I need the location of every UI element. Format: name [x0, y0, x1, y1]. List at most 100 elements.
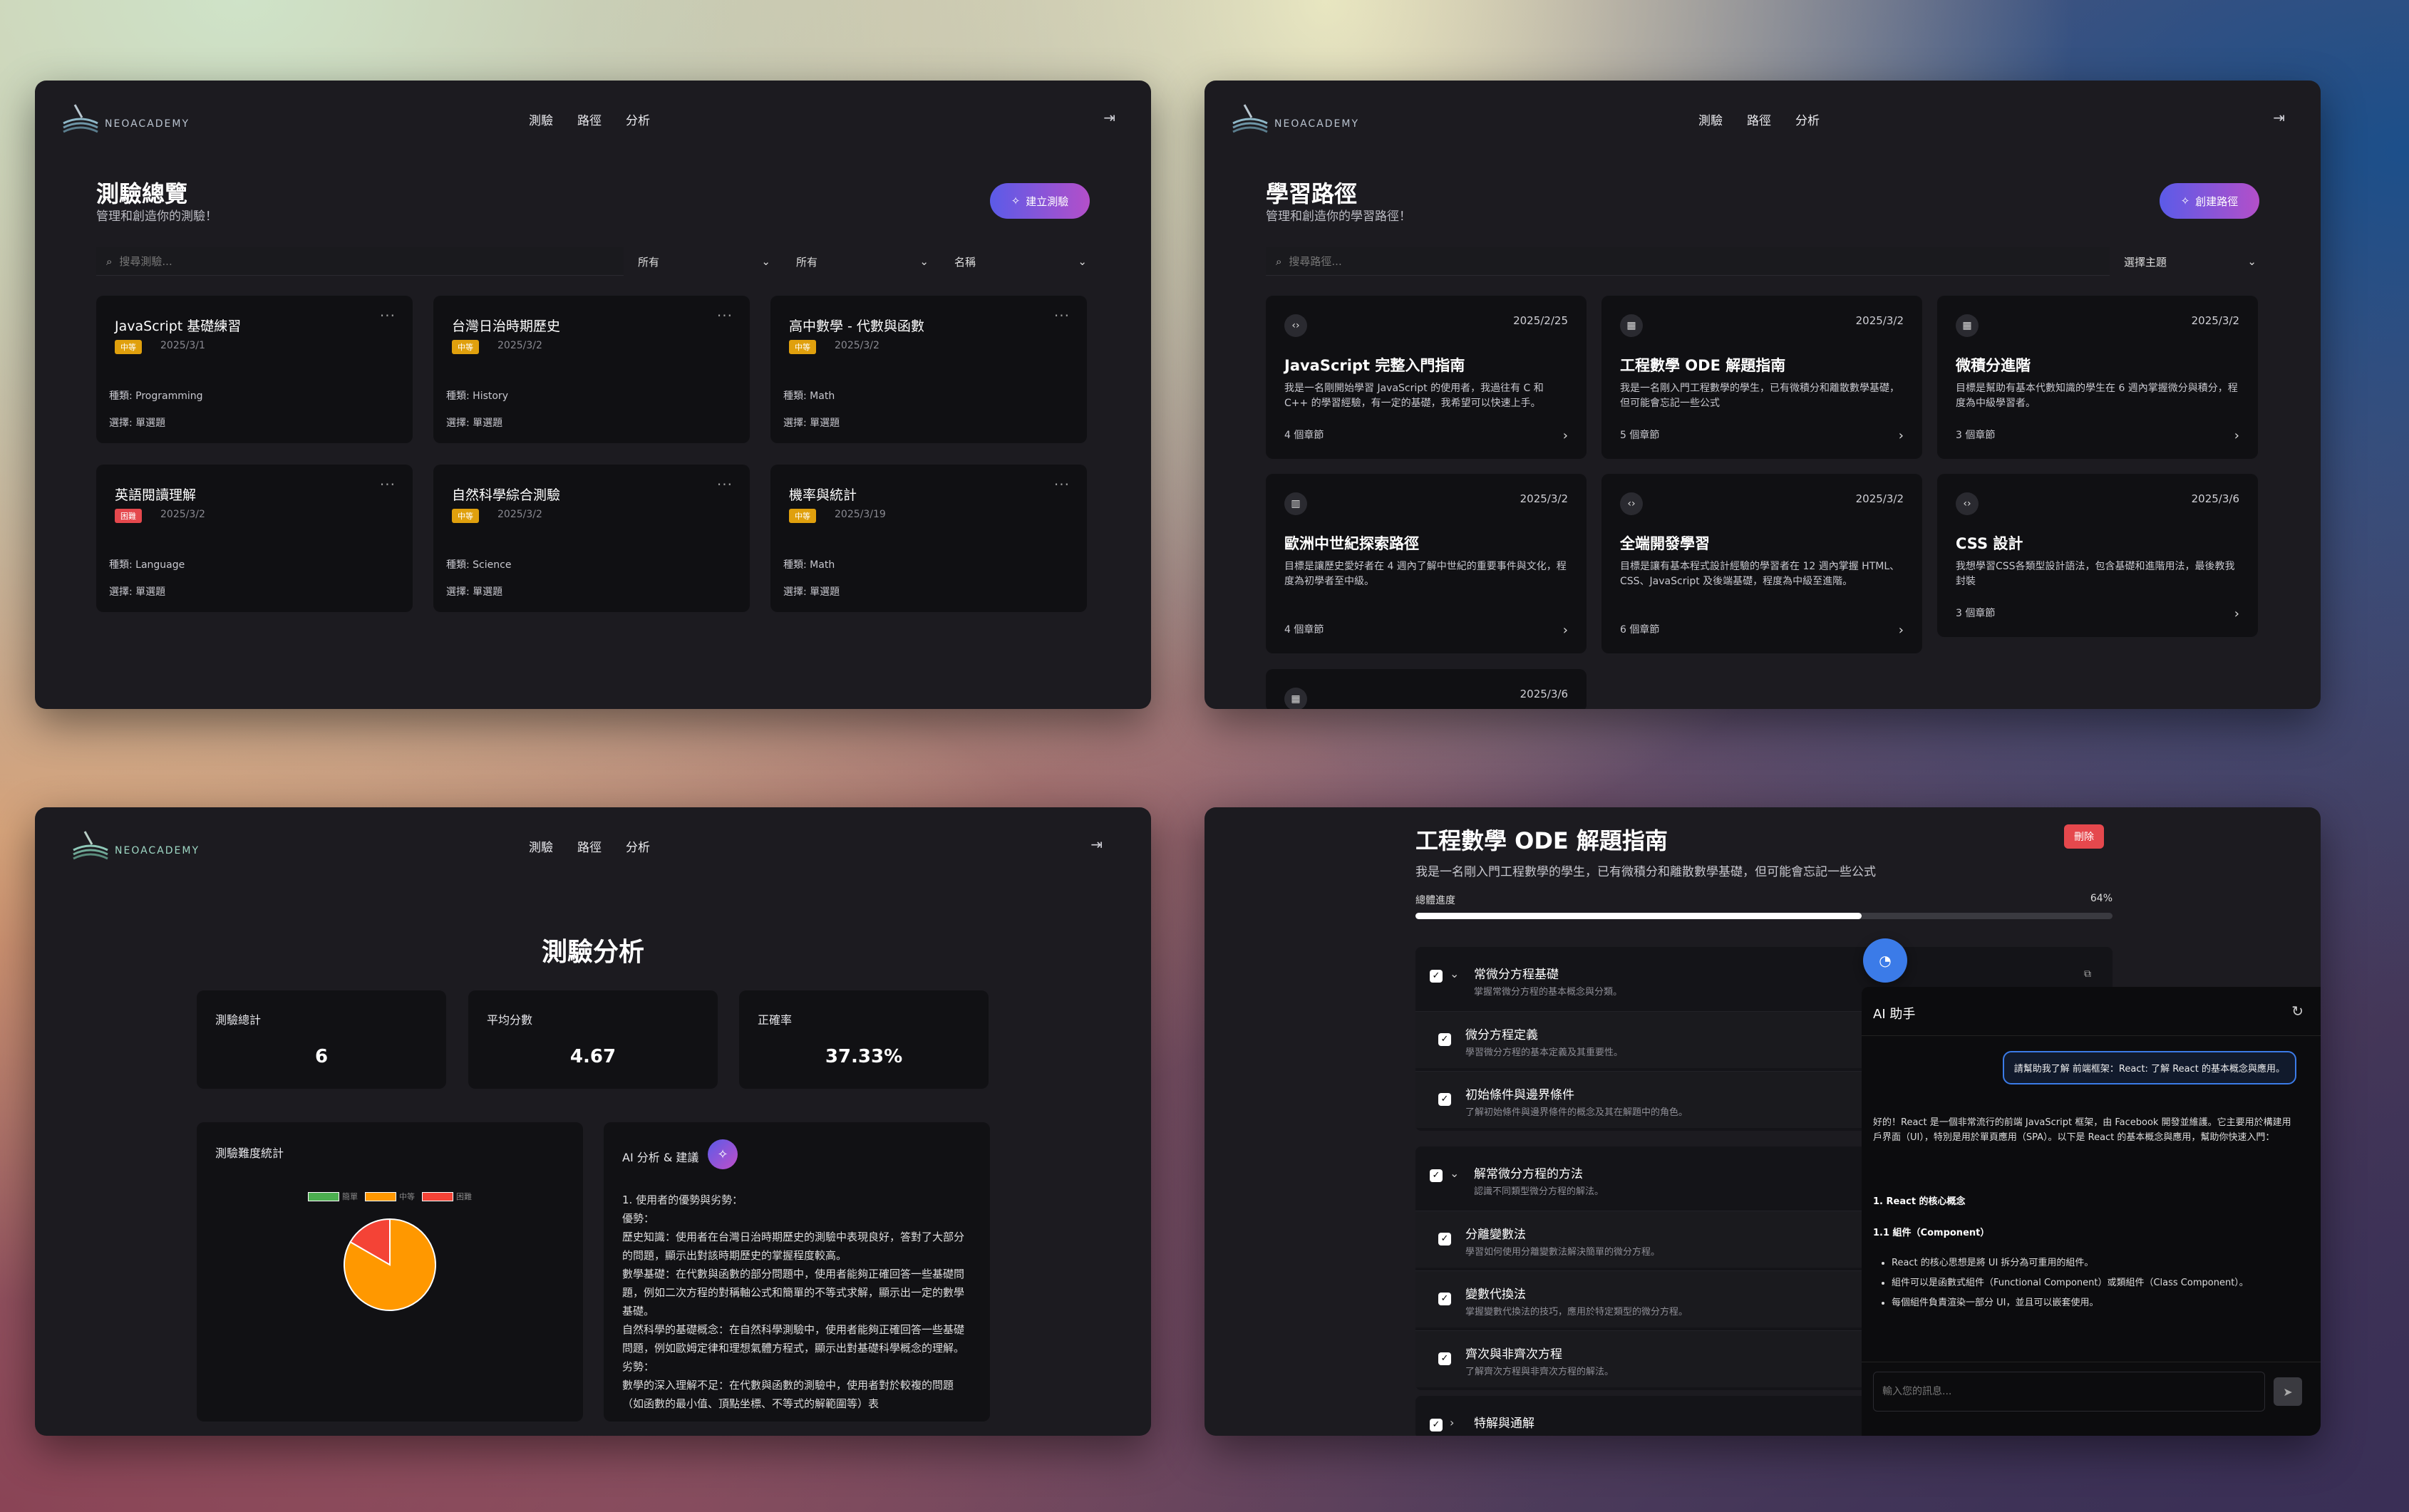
more-options-icon[interactable]: ···: [1054, 476, 1070, 493]
lesson-title: 微分方程定義: [1465, 1028, 1538, 1042]
delete-button[interactable]: 刪除: [2064, 824, 2104, 849]
chapter-subtitle: 認識不同類型微分方程的解法。: [1474, 1186, 1604, 1197]
path-card[interactable]: ‹› 2025/3/6 CSS 設計 我想學習CSS各類型設計語法，包含基礎和進階用法…: [1937, 474, 2258, 637]
exam-card[interactable]: 機率與統計 ··· 中等 2025/3/19 種類: Math 選擇: 單選題: [770, 465, 1087, 612]
chevron-right-icon[interactable]: ›: [1899, 428, 1904, 443]
more-options-icon[interactable]: ···: [380, 307, 396, 324]
exam-title: JavaScript 基礎練習: [115, 319, 242, 334]
chevron-down-icon[interactable]: ⌄: [1450, 1166, 1459, 1180]
logo[interactable]: NEOACADEMY: [71, 826, 200, 861]
exam-card[interactable]: 台灣日治時期歷史 ··· 中等 2025/3/2 種類: History 選擇: 單選題: [433, 296, 750, 443]
exam-card[interactable]: 英語閱讀理解 ··· 困難 2025/3/2 種類: Language 選擇: 單選題: [96, 465, 413, 612]
nav-analytics[interactable]: 分析: [626, 837, 650, 855]
topic-select[interactable]: 選擇主題 ⌄: [2110, 247, 2268, 276]
chevron-right-icon[interactable]: ›: [1899, 623, 1904, 638]
check-icon[interactable]: ✓: [1438, 1352, 1451, 1365]
path-description: 我想學習CSS各類型設計語法，包含基礎和進階用法，最後教我封裝: [1956, 561, 2235, 587]
exam-date: 2025/3/2: [497, 340, 542, 351]
check-icon[interactable]: ✓: [1430, 1419, 1443, 1431]
chevron-right-icon[interactable]: ›: [2234, 428, 2239, 443]
search-input[interactable]: 搜尋測驗...: [119, 254, 172, 269]
sparkle-icon[interactable]: ✧: [708, 1139, 738, 1169]
filter-value: 所有: [638, 255, 660, 269]
nav-exams[interactable]: 測驗: [529, 110, 553, 128]
logout-icon[interactable]: ⇥: [1090, 836, 1103, 853]
chapter-count: 3 個章節: [1956, 608, 1996, 619]
search-bar[interactable]: ⌕ 搜尋路徑...: [1266, 247, 2110, 276]
ai-analysis-title: AI 分析 & 建議: [622, 1151, 699, 1164]
path-card[interactable]: ▥ 2025/3/2 歐洲中世紀探索路徑 目標是讓歷史愛好者在 4 週內了解中世紀的重…: [1266, 474, 1587, 653]
logout-icon[interactable]: ⇥: [1103, 109, 1115, 126]
nav-paths[interactable]: 路徑: [577, 110, 602, 128]
nav-paths[interactable]: 路徑: [1747, 110, 1771, 128]
sort-select[interactable]: 名稱 ⌄: [940, 247, 1098, 276]
reply-bullets: React 的核心思想是將 UI 拆分為可重用的組件。組件可以是函數式組件（Fu…: [1892, 1256, 2299, 1316]
search-input[interactable]: 搜尋路徑...: [1289, 254, 1341, 269]
send-icon[interactable]: ➤: [2274, 1377, 2302, 1406]
difficulty-badge: 中等: [789, 340, 816, 354]
search-icon: ⌕: [106, 254, 113, 268]
difficulty-chart-card: 測驗難度統計 簡單 中等 困難: [197, 1122, 583, 1422]
filter-select-1[interactable]: 所有 ⌄: [624, 247, 782, 276]
nav-exams[interactable]: 測驗: [529, 837, 553, 855]
nav-analytics[interactable]: 分析: [626, 110, 650, 128]
legend-swatch: [422, 1191, 453, 1201]
ai-analysis-line: 數學的深入理解不足：在代數與函數的測驗中，使用者對於較複的問題（如函數的最小值、…: [622, 1379, 954, 1410]
nav-links: 測驗 路徑 分析: [1698, 110, 1820, 128]
create-exam-button[interactable]: ✧ 建立測驗: [990, 183, 1090, 219]
logout-icon[interactable]: ⇥: [2273, 109, 2285, 126]
stat-value: 4.67: [569, 1046, 617, 1067]
chevron-right-icon[interactable]: ›: [1563, 428, 1568, 443]
difficulty-badge: 中等: [452, 340, 479, 354]
path-card[interactable]: ▦ 2025/3/6: [1266, 669, 1587, 709]
assistant-reply: 好的！React 是一個非常流行的前端 JavaScript 框架，由 Face…: [1873, 1117, 2291, 1143]
copy-icon[interactable]: ⧉: [2084, 968, 2091, 980]
check-icon[interactable]: ✓: [1438, 1033, 1451, 1046]
chevron-right-icon[interactable]: ›: [2234, 606, 2239, 621]
path-card[interactable]: ▦ 2025/3/2 微積分進階 目標是幫助有基本代數知識的學生在 6 週內掌握微分與…: [1937, 296, 2258, 459]
path-card[interactable]: ‹› 2025/3/2 全端開發學習 目標是讓有基本程式設計經驗的學習者在 12 週內…: [1601, 474, 1922, 653]
chevron-right-icon[interactable]: ›: [1563, 623, 1568, 638]
chevron-down-icon[interactable]: ›: [1450, 1416, 1454, 1429]
chat-input[interactable]: 輸入您的訊息...: [1873, 1372, 2265, 1412]
logo[interactable]: NEOACADEMY: [1230, 99, 1359, 135]
exam-card[interactable]: JavaScript 基礎練習 ··· 中等 2025/3/1 種類: Programm…: [96, 296, 413, 443]
check-icon[interactable]: ✓: [1430, 970, 1443, 983]
chart-title: 測驗難度統計: [215, 1146, 284, 1160]
chart-legend: 簡單 中等 困難: [197, 1191, 583, 1202]
path-card[interactable]: ▦ 2025/3/2 工程數學 ODE 解題指南 我是一名剛入門工程數學的學生，已有微…: [1601, 296, 1922, 459]
more-options-icon[interactable]: ···: [717, 476, 733, 493]
refresh-icon[interactable]: ↻: [2291, 1003, 2304, 1020]
check-icon[interactable]: ✓: [1438, 1293, 1451, 1305]
path-date: 2025/2/25: [1513, 314, 1568, 327]
search-bar[interactable]: ⌕ 搜尋測驗...: [96, 247, 624, 276]
page-subtitle: 管理和創造你的學習路徑！: [1266, 209, 1411, 224]
create-path-button[interactable]: ✧ 創建路徑: [2160, 183, 2259, 219]
chevron-down-icon[interactable]: ⌄: [1450, 967, 1459, 980]
create-path-label: 創建路徑: [2195, 195, 2239, 208]
more-options-icon[interactable]: ···: [717, 307, 733, 324]
filter-select-2[interactable]: 所有 ⌄: [782, 247, 940, 276]
nav-analytics[interactable]: 分析: [1795, 110, 1820, 128]
path-card[interactable]: ‹› 2025/2/25 JavaScript 完整入門指南 我是一名剛開始學習 Ja…: [1266, 296, 1587, 459]
path-date: 2025/3/6: [1520, 688, 1568, 700]
check-icon[interactable]: ✓: [1438, 1233, 1451, 1246]
chevron-down-icon: ⌄: [2247, 255, 2256, 268]
nav-exams[interactable]: 測驗: [1698, 110, 1723, 128]
exam-title: 自然科學綜合測驗: [452, 487, 561, 503]
logo[interactable]: NEOACADEMY: [61, 99, 190, 135]
path-title: 歐洲中世紀探索路徑: [1284, 535, 1419, 552]
check-icon[interactable]: ✓: [1438, 1093, 1451, 1106]
more-options-icon[interactable]: ···: [1054, 307, 1070, 324]
path-description: 目標是讓有基本程式設計經驗的學習者在 12 週內掌握 HTML、CSS、Java…: [1620, 561, 1900, 587]
stat-label: 正確率: [758, 1013, 793, 1027]
ai-assistant-toggle-icon[interactable]: ◔: [1863, 938, 1907, 983]
check-icon[interactable]: ✓: [1430, 1169, 1443, 1182]
nav-paths[interactable]: 路徑: [577, 837, 602, 855]
exam-card[interactable]: 高中數學 - 代數與函數 ··· 中等 2025/3/2 種類: Math 選擇: 單選題: [770, 296, 1087, 443]
exam-card[interactable]: 自然科學綜合測驗 ··· 中等 2025/3/2 種類: Science 選擇: 單選題: [433, 465, 750, 612]
stat-accuracy-card: 正確率 37.33%: [739, 990, 989, 1089]
more-options-icon[interactable]: ···: [380, 476, 396, 493]
page-title: 測驗總覽: [96, 180, 188, 207]
exam-category: 種類: Math: [783, 559, 835, 571]
